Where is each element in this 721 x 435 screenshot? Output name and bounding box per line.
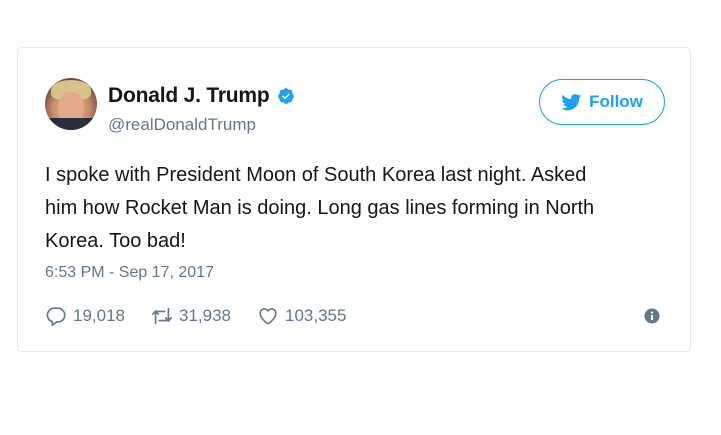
tweet-actions: 19,018 31,938 103,355 xyxy=(45,305,372,327)
author-name-row: Donald J. Trump xyxy=(108,84,295,108)
author-name[interactable]: Donald J. Trump xyxy=(108,84,270,108)
author-handle[interactable]: @realDonaldTrump xyxy=(108,115,256,135)
follow-label: Follow xyxy=(589,92,643,111)
twitter-bird-icon xyxy=(561,93,582,110)
reply-bubble-icon xyxy=(46,307,66,326)
info-icon[interactable] xyxy=(644,308,660,324)
tweet-text: I spoke with President Moon of South Kor… xyxy=(45,164,595,252)
retweet-count: 31,938 xyxy=(179,306,231,325)
reply-button[interactable]: 19,018 xyxy=(45,305,125,327)
avatar-suit xyxy=(45,118,97,130)
verified-badge-icon xyxy=(277,88,294,104)
follow-button[interactable]: Follow xyxy=(539,79,665,125)
tweet-card: Donald J. Trump @realDonaldTrump Follow … xyxy=(17,47,691,352)
tweet-timestamp[interactable]: 6:53 PM - Sep 17, 2017 xyxy=(45,264,214,282)
like-button[interactable]: 103,355 xyxy=(257,305,346,327)
retweet-icon xyxy=(152,307,172,325)
like-count: 103,355 xyxy=(285,306,347,325)
retweet-button[interactable]: 31,938 xyxy=(151,305,231,327)
heart-icon xyxy=(259,308,277,325)
avatar[interactable] xyxy=(45,78,97,130)
reply-count: 19,018 xyxy=(73,306,125,325)
